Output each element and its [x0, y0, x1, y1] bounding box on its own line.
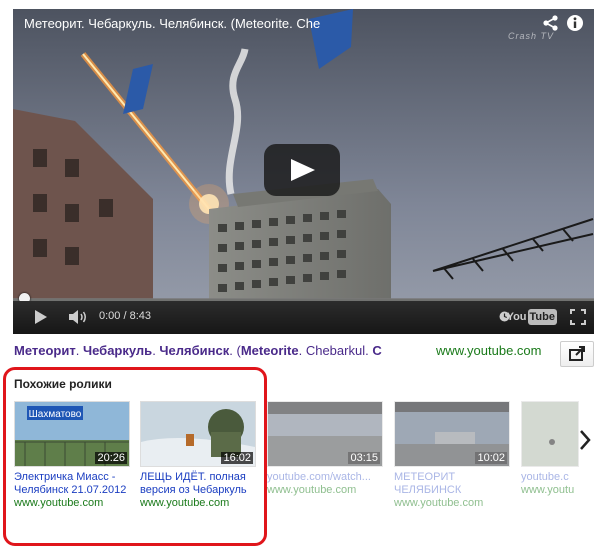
video-duration: 03:15 [348, 452, 380, 464]
related-url[interactable]: www.youtu [521, 484, 579, 497]
info-icon[interactable] [566, 14, 584, 32]
channel-logo: Crash TV [507, 31, 554, 41]
related-thumbnail[interactable]: 03:15 [267, 401, 383, 467]
video-player[interactable]: Метеорит. Чебаркуль. Челябинск. (Meteori… [13, 9, 594, 334]
thumbnail-image [522, 402, 578, 466]
related-video-card[interactable]: 10:02 МЕТЕОРИТ ЧЕЛЯБИНСК www.youtube.com [394, 401, 510, 510]
youtube-logo[interactable]: You Tube [507, 309, 557, 325]
station-sign-text: Шахматово [29, 409, 82, 420]
player-title-bar: Метеорит. Чебаркуль. Челябинск. (Meteori… [13, 9, 594, 39]
related-heading: Похожие ролики [14, 377, 112, 391]
share-icon[interactable] [542, 14, 560, 32]
related-video-card[interactable]: 03:15 youtube.com/watch... www.youtube.c… [267, 401, 383, 497]
related-title[interactable]: Электричка Миасс - Челябинск 21.07.2012 [14, 471, 130, 497]
chevron-right-icon[interactable] [578, 428, 592, 452]
play-icon [291, 159, 315, 181]
related-thumbnail[interactable]: 16:02 [140, 401, 256, 467]
related-url[interactable]: www.youtube.com [267, 484, 383, 497]
related-title[interactable]: youtube.com/watch... [267, 471, 383, 484]
fullscreen-icon[interactable] [570, 309, 586, 325]
video-duration: 16:02 [221, 452, 253, 464]
play-button[interactable] [264, 144, 340, 196]
video-duration: 20:26 [95, 452, 127, 464]
video-duration: 10:02 [475, 452, 507, 464]
player-controls: 0:00 / 8:43 You Tube [13, 301, 594, 334]
related-thumbnail[interactable]: Шахматово 20:26 [14, 401, 130, 467]
related-url[interactable]: www.youtube.com [140, 497, 256, 510]
video-info-line: Метеорит. Чебаркуль. Челябинск. (Meteori… [14, 343, 559, 363]
related-title[interactable]: МЕТЕОРИТ ЧЕЛЯБИНСК [394, 471, 510, 497]
related-video-card[interactable]: Шахматово 20:26 Электричка Миасс - Челяб… [14, 401, 130, 510]
related-video-card[interactable]: 16:02 ЛЕЩЬ ИДЁТ. полная версия оз Чебарк… [140, 401, 256, 510]
related-url[interactable]: www.youtube.com [14, 497, 130, 510]
video-source-url[interactable]: www.youtube.com [436, 343, 542, 358]
related-thumbnail[interactable] [521, 401, 579, 467]
related-title[interactable]: youtube.c [521, 471, 579, 484]
related-video-card[interactable]: youtube.c www.youtu [521, 401, 579, 497]
volume-icon[interactable] [68, 309, 88, 325]
external-link-icon [569, 346, 585, 361]
related-title[interactable]: ЛЕЩЬ ИДЁТ. полная версия оз Чебаркуль [140, 471, 256, 497]
video-title[interactable]: Метеорит. Чебаркуль. Челябинск. (Meteori… [24, 16, 320, 31]
related-thumbnail[interactable]: 10:02 [394, 401, 510, 467]
time-display: 0:00 / 8:43 [99, 310, 151, 322]
open-external-button[interactable] [560, 341, 594, 367]
video-info-title[interactable]: Метеорит. Чебаркуль. Челябинск. (Meteori… [14, 343, 382, 358]
related-url[interactable]: www.youtube.com [394, 497, 510, 510]
play-control-icon[interactable] [34, 310, 48, 324]
